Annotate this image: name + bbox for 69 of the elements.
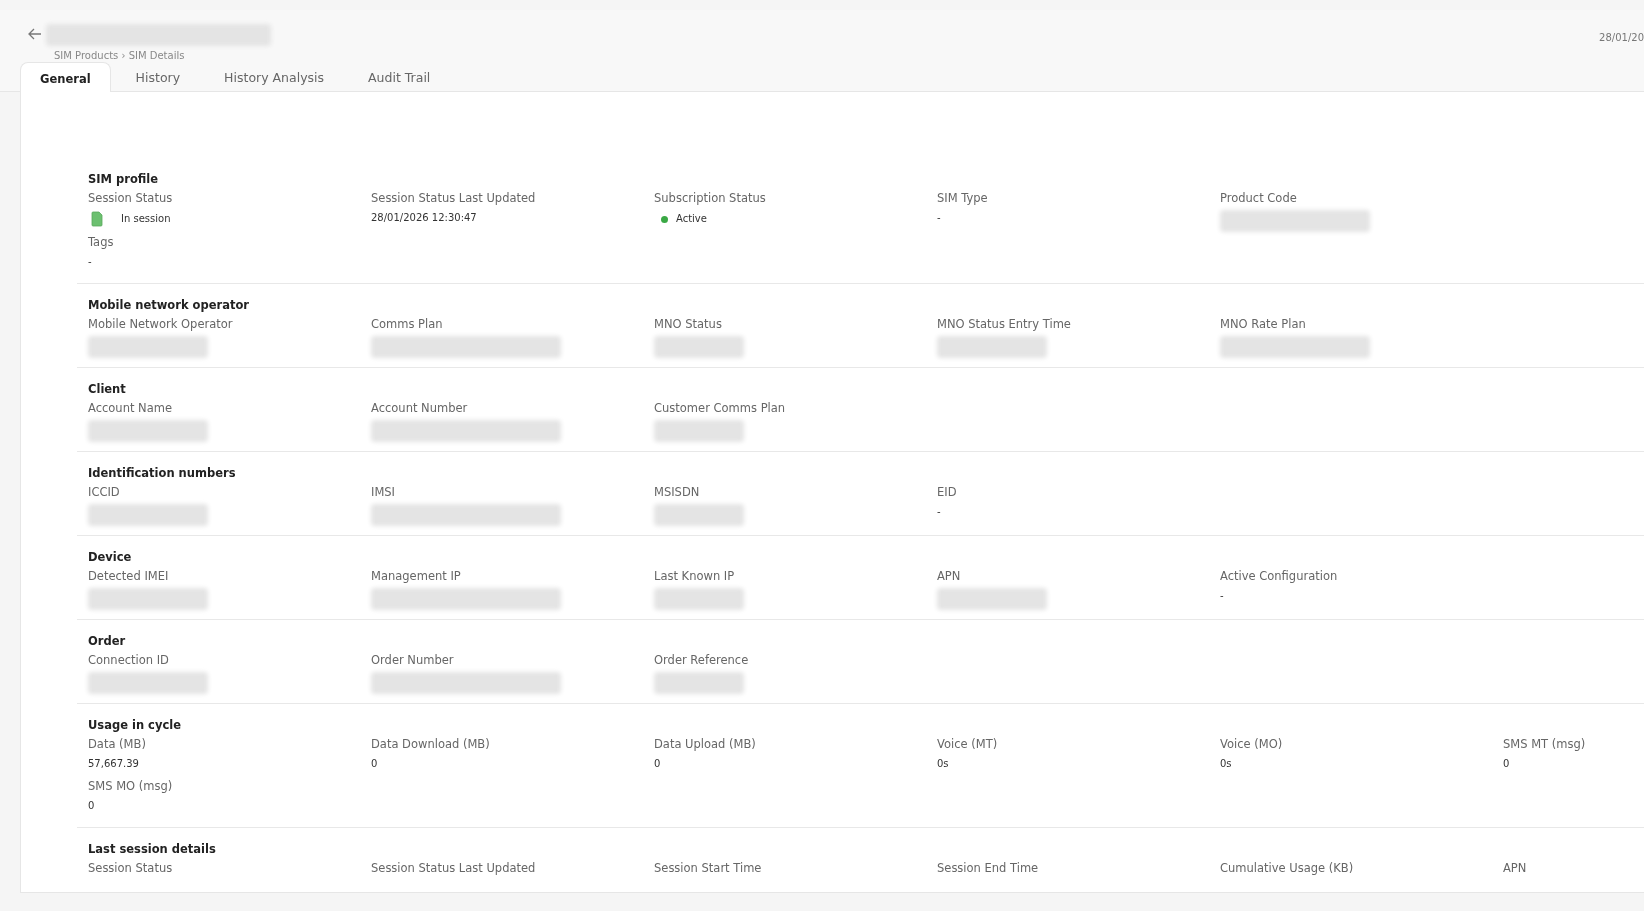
field-label: Order Number: [371, 652, 454, 669]
section-title: Usage in cycle: [88, 717, 182, 734]
field-label: ICCID: [88, 484, 120, 501]
section-title: Identification numbers: [88, 465, 237, 482]
field-label: Comms Plan: [371, 316, 443, 333]
field-label: SMS MO (msg): [88, 778, 173, 795]
field-value: 0: [88, 799, 95, 813]
field-label: Last Known IP: [654, 568, 735, 585]
field-value: -: [88, 255, 92, 269]
section-title: SIM profile: [88, 171, 160, 188]
field-label: Cumulative Usage (KB): [1220, 860, 1354, 877]
field-value: Active: [676, 212, 707, 226]
field-label: Subscription Status: [654, 190, 766, 207]
section-title: Client: [88, 381, 127, 398]
field-label: Session Status Last Updated: [371, 860, 536, 877]
field-label: Order Reference: [654, 652, 749, 669]
tab[interactable]: History Analysis: [205, 62, 344, 91]
field-value: 0: [1503, 757, 1510, 771]
field-label: Detected IMEI: [88, 568, 169, 585]
field-label: Data Upload (MB): [654, 736, 756, 753]
field-label: MNO Status Entry Time: [937, 316, 1071, 333]
field-value: 0s: [937, 757, 949, 771]
field-label: Product Code: [1220, 190, 1297, 207]
field-label: Data Download (MB): [371, 736, 490, 753]
field-value: -: [937, 505, 941, 519]
section-title: Mobile network operator: [88, 297, 251, 314]
field-label: Management IP: [371, 568, 461, 585]
field-label: SMS MT (msg): [1503, 736, 1586, 753]
field-label: Session End Time: [937, 860, 1039, 877]
field-value: In session: [121, 212, 171, 226]
field-label: Connection ID: [88, 652, 169, 669]
field-label: Tags: [88, 234, 114, 251]
field-label: MSISDN: [654, 484, 700, 501]
field-label: Voice (MO): [1220, 736, 1283, 753]
field-label: Session Status: [88, 190, 173, 207]
section-title: Last session details: [88, 841, 217, 858]
section-title: Order: [88, 633, 127, 650]
field-label: SIM Type: [937, 190, 988, 207]
field-value: 28/01/2026 12:30:47: [371, 211, 477, 225]
tab[interactable]: Audit Trail: [349, 62, 450, 91]
field-label: APN: [937, 568, 961, 585]
field-label: Account Number: [371, 400, 468, 417]
field-value: 57,667.39: [88, 757, 139, 771]
field-label: Mobile Network Operator: [88, 316, 233, 333]
field-label: Voice (MT): [937, 736, 998, 753]
field-label: EID: [937, 484, 957, 501]
back-arrow-icon[interactable]: [28, 28, 42, 40]
tab[interactable]: History: [116, 62, 200, 91]
field-label: Session Status Last Updated: [371, 190, 536, 207]
field-value: 0: [654, 757, 661, 771]
field-label: Data (MB): [88, 736, 146, 753]
field-label: Customer Comms Plan: [654, 400, 786, 417]
field-label: Session Status: [88, 860, 173, 877]
field-value: -: [1220, 589, 1224, 603]
field-label: IMSI: [371, 484, 395, 501]
tab[interactable]: General: [20, 62, 111, 92]
date-text: 28/01/20: [1599, 32, 1644, 45]
field-label: APN: [1503, 860, 1527, 877]
field-value: 0: [371, 757, 378, 771]
field-label: Session Start Time: [654, 860, 762, 877]
field-value: 0s: [1220, 757, 1232, 771]
field-label: Active Configuration: [1220, 568, 1338, 585]
field-label: MNO Rate Plan: [1220, 316, 1306, 333]
field-label: Account Name: [88, 400, 172, 417]
section-title: Device: [88, 549, 133, 566]
field-label: MNO Status: [654, 316, 722, 333]
breadcrumb: SIM Products › SIM Details: [54, 50, 186, 61]
field-value: -: [937, 211, 941, 225]
sim-card-icon: [91, 211, 103, 227]
